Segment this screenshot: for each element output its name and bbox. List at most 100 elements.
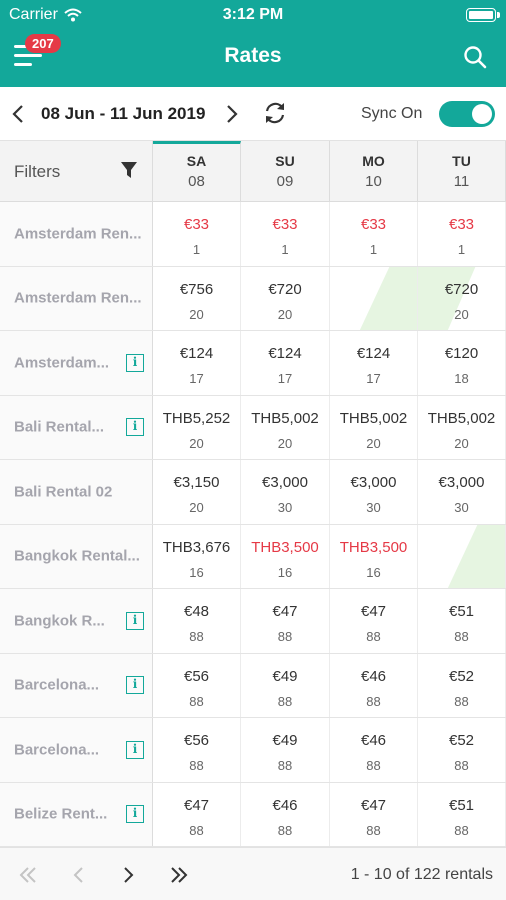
rate-cell[interactable]: €120 18 [418,331,506,395]
filters-button[interactable]: Filters [0,141,153,202]
rental-row: Barcelona... i €56 88 €49 88 €46 88 €52 88 [0,653,506,718]
rate-availability: 20 [189,500,204,515]
day-header[interactable]: TU 11 [418,141,506,202]
rate-availability: 88 [277,629,293,644]
rate-cell[interactable]: THB5,002 20 [330,395,418,459]
rate-cell[interactable]: €756 20 [153,266,241,330]
rate-cell[interactable]: €3,150 20 [153,460,241,524]
rate-cell[interactable]: €33 1 [153,202,241,266]
sync-label: Sync On [361,105,423,122]
rate-price: €51 [448,796,475,814]
rental-name-cell[interactable]: Bangkok Rental... [0,524,153,588]
rate-cell[interactable]: €33 1 [418,202,506,266]
rate-cell[interactable]: €51 88 [418,782,506,846]
rate-cell[interactable]: THB5,002 20 [418,395,506,459]
rate-cell[interactable]: THB3,500 16 [330,524,418,588]
blocked-period-shape [447,524,505,588]
battery-icon [466,8,500,22]
rate-price: €720 [268,280,302,298]
rate-cell[interactable]: €52 88 [418,718,506,782]
rate-cell[interactable]: €124 17 [153,331,241,395]
rate-cell[interactable]: €56 88 [153,718,241,782]
rate-cell[interactable]: €51 88 [418,589,506,653]
rate-cell[interactable]: €46 88 [241,782,330,846]
rate-cell[interactable]: €56 88 [153,653,241,717]
rate-cell[interactable]: €3,000 30 [241,460,330,524]
rental-name-cell[interactable]: Belize Rent... i [0,782,153,846]
day-header[interactable]: SA 08 [153,141,241,202]
chevron-left-icon[interactable] [8,103,28,125]
rate-availability: 1 [369,242,378,257]
info-icon[interactable]: i [126,676,144,695]
rate-cell[interactable] [330,266,418,330]
info-icon[interactable]: i [126,418,144,437]
rate-availability: 88 [366,693,381,709]
day-of-week: SA [186,153,207,169]
rental-name-cell[interactable]: Bangkok R... i [0,589,153,653]
info-icon[interactable]: i [126,611,144,630]
rate-cell[interactable]: €52 88 [418,653,506,717]
rate-price: €52 [448,732,475,749]
rate-availability: 20 [366,435,381,451]
rate-availability: 16 [277,564,293,580]
rental-name: Amsterdam Ren... [14,225,142,243]
rate-cell[interactable]: €47 88 [330,782,418,846]
rate-price: €756 [179,280,214,298]
rate-cell[interactable]: THB5,252 20 [153,395,241,459]
rate-cell[interactable]: THB5,002 20 [241,395,330,459]
rate-availability: 20 [454,306,469,322]
rental-row: Bali Rental... i THB5,252 20 THB5,002 20 THB5,… [0,395,506,460]
info-icon[interactable]: i [126,740,144,759]
rate-cell[interactable]: €48 88 [153,589,241,653]
rate-cell[interactable]: €46 88 [330,718,418,782]
rate-cell[interactable] [418,524,506,588]
rate-availability: 88 [366,758,381,773]
rate-price: €51 [448,603,475,620]
rental-name-cell[interactable]: Amsterdam... i [0,331,153,395]
rate-price: €47 [360,603,387,620]
rate-cell[interactable]: €124 17 [330,331,418,395]
first-page-icon[interactable] [17,864,39,886]
next-page-icon[interactable] [117,864,139,886]
rental-name-cell[interactable]: Bali Rental 02 [0,460,153,524]
rate-cell[interactable]: THB3,500 16 [241,524,330,588]
rate-cell[interactable]: €3,000 30 [330,460,418,524]
rate-cell[interactable]: €47 88 [330,589,418,653]
rate-cell[interactable]: €47 88 [241,589,330,653]
rental-name-cell[interactable]: Barcelona... i [0,718,153,782]
rate-cell[interactable]: €124 17 [241,331,330,395]
rate-cell[interactable]: €720 20 [241,266,330,330]
sync-toggle[interactable] [439,101,495,127]
date-range-label[interactable]: 08 Jun - 11 Jun 2019 [41,104,205,124]
rate-availability: 88 [277,758,293,773]
rental-name-cell[interactable]: Barcelona... i [0,653,153,717]
previous-page-icon[interactable] [68,864,90,886]
info-icon[interactable]: i [126,353,144,372]
rate-cell[interactable]: €720 20 [418,266,506,330]
search-icon[interactable] [462,44,488,70]
rate-cell[interactable]: €33 1 [330,202,418,266]
rate-price: €47 [272,603,298,620]
rate-cell[interactable]: €49 88 [241,718,330,782]
rate-cell[interactable]: €33 1 [241,202,330,266]
rate-price: €52 [448,667,475,685]
day-header[interactable]: SU 09 [241,141,330,202]
filter-funnel-icon [121,162,137,178]
rental-row: Amsterdam... i €124 17 €124 17 €124 17 €120 18 [0,331,506,396]
last-page-icon[interactable] [168,864,190,886]
rental-name-cell[interactable]: Bali Rental... i [0,395,153,459]
rate-cell[interactable]: THB3,676 16 [153,524,241,588]
rate-cell[interactable]: €47 88 [153,782,241,846]
rate-cell[interactable]: €46 88 [330,653,418,717]
chevron-right-icon[interactable] [222,103,242,125]
day-header[interactable]: MO 10 [330,141,418,202]
refresh-icon[interactable] [262,100,288,126]
rate-availability: 88 [366,822,381,838]
rate-availability: 17 [366,371,381,386]
rate-price: €47 [360,796,387,814]
info-icon[interactable]: i [126,805,144,824]
rental-name-cell[interactable]: Amsterdam Ren... [0,202,153,266]
rate-cell[interactable]: €49 88 [241,653,330,717]
rental-name-cell[interactable]: Amsterdam Ren... [0,266,153,330]
rate-cell[interactable]: €3,000 30 [418,460,506,524]
